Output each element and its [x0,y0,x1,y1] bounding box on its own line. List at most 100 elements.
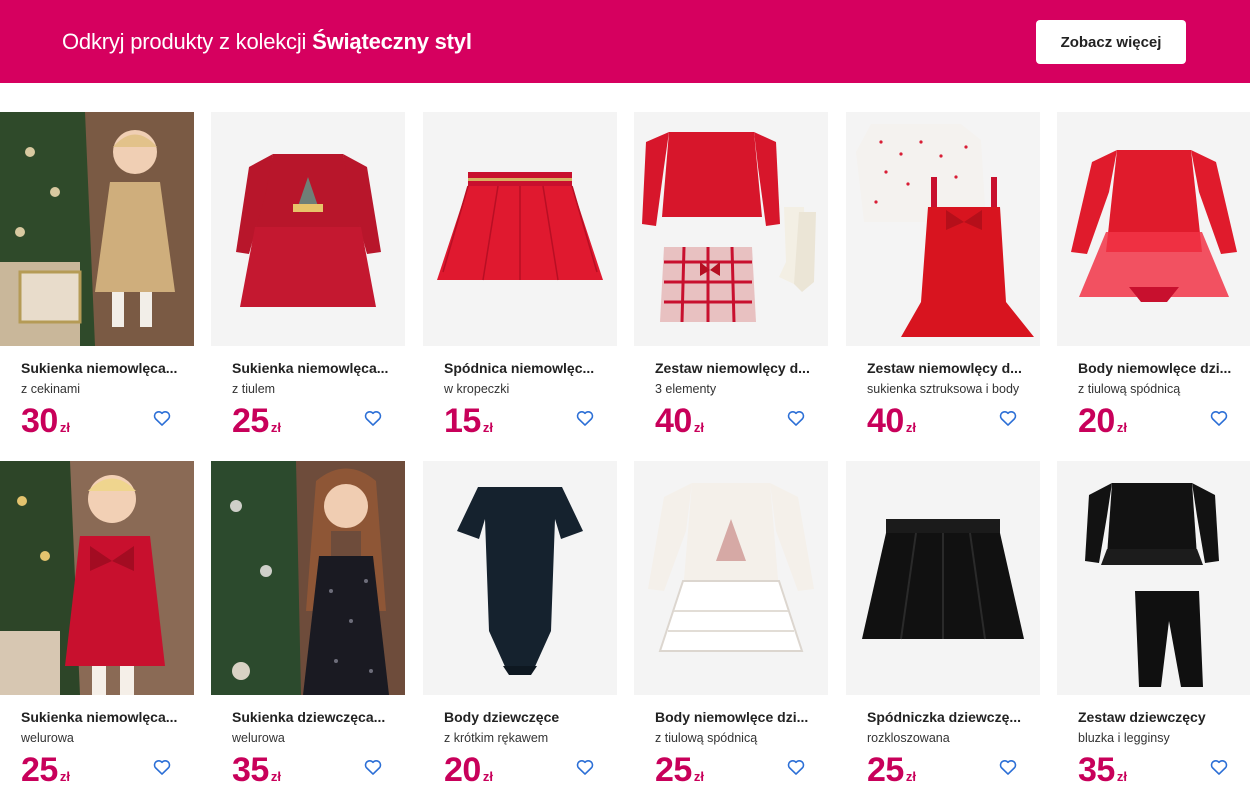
favorite-heart-icon[interactable] [361,406,385,430]
favorite-heart-icon[interactable] [784,406,808,430]
product-price: 30 zł [21,402,70,441]
product-image[interactable] [846,112,1040,346]
product-subtitle: w kropeczki [444,382,510,396]
product-image[interactable] [634,112,828,346]
product-subtitle: rozkloszowana [867,731,950,745]
product-card[interactable]: Zestaw niemowlęcy d... 3 elementy 40 zł [634,112,828,452]
product-card[interactable]: Sukienka dziewczęca... welurowa 35 zł [211,461,405,791]
favorite-heart-icon[interactable] [150,755,174,779]
product-subtitle: z tiulem [232,382,276,396]
product-subtitle: z cekinami [21,382,81,396]
product-subtitle: z tiulową spódnicą [655,731,758,745]
product-name[interactable]: Body niemowlęce dzi... [1078,360,1238,376]
product-image[interactable] [634,461,828,695]
favorite-heart-icon[interactable] [573,406,597,430]
product-price: 20 zł [444,751,493,790]
product-name[interactable]: Sukienka niemowlęca... [232,360,392,376]
price-value: 35 [232,751,269,789]
product-card[interactable]: Sukienka niemowlęca... welurowa 25 zł [0,461,194,791]
product-price: 35 zł [232,751,281,790]
price-currency: zł [59,420,70,435]
product-image[interactable] [211,461,405,695]
product-name[interactable]: Sukienka dziewczęca... [232,709,392,725]
product-subtitle: 3 elementy [655,382,717,396]
product-subtitle: z tiulową spódnicą [1078,382,1181,396]
product-subtitle: welurowa [21,731,74,745]
product-price: 25 zł [867,751,916,790]
banner-collection-name: Świąteczny styl [312,29,472,54]
price-value: 20 [1078,402,1115,440]
product-name[interactable]: Spódnica niemowlęc... [444,360,604,376]
product-card[interactable]: Body dziewczęce z krótkim rękawem 20 zł [423,461,617,791]
product-name[interactable]: Zestaw niemowlęcy d... [867,360,1027,376]
favorite-heart-icon[interactable] [996,406,1020,430]
favorite-heart-icon[interactable] [150,406,174,430]
price-currency: zł [693,420,704,435]
price-value: 25 [867,751,904,789]
price-value: 15 [444,402,481,440]
product-price: 25 zł [21,751,70,790]
price-value: 40 [655,402,692,440]
favorite-heart-icon[interactable] [1207,406,1231,430]
product-card[interactable]: Zestaw niemowlęcy d... sukienka sztrukso… [846,112,1040,452]
price-currency: zł [1116,420,1127,435]
favorite-heart-icon[interactable] [361,755,385,779]
product-price: 40 zł [655,402,704,441]
product-name[interactable]: Zestaw dziewczęcy [1078,709,1238,725]
product-card[interactable]: Spódniczka dziewczę... rozkloszowana 25 … [846,461,1040,791]
product-price: 35 zł [1078,751,1127,790]
product-price: 15 zł [444,402,493,441]
product-card[interactable]: Sukienka niemowlęca... z tiulem 25 zł [211,112,405,452]
price-currency: zł [270,420,281,435]
price-value: 25 [21,751,58,789]
product-image[interactable] [423,112,617,346]
product-card[interactable]: Body niemowlęce dzi... z tiulową spódnic… [634,461,828,791]
product-name[interactable]: Zestaw niemowlęcy d... [655,360,815,376]
product-price: 20 zł [1078,402,1127,441]
product-subtitle: bluzka i legginsy [1078,731,1170,745]
product-image[interactable] [1057,112,1250,346]
product-image[interactable] [0,112,194,346]
product-image[interactable] [211,112,405,346]
product-image[interactable] [846,461,1040,695]
product-name[interactable]: Body dziewczęce [444,709,604,725]
price-value: 25 [655,751,692,789]
product-card[interactable]: Spódnica niemowlęc... w kropeczki 15 zł [423,112,617,452]
price-value: 20 [444,751,481,789]
price-value: 35 [1078,751,1115,789]
product-subtitle: sukienka sztruksowa i body [867,382,1020,396]
product-card[interactable]: Zestaw dziewczęcy bluzka i legginsy 35 z… [1057,461,1250,791]
favorite-heart-icon[interactable] [996,755,1020,779]
product-image[interactable] [0,461,194,695]
product-price: 25 zł [655,751,704,790]
product-price: 25 zł [232,402,281,441]
product-name[interactable]: Body niemowlęce dzi... [655,709,815,725]
product-card[interactable]: Sukienka niemowlęca... z cekinami 30 zł [0,112,194,452]
price-value: 25 [232,402,269,440]
collection-banner: Odkryj produkty z kolekcji Świąteczny st… [0,0,1250,83]
favorite-heart-icon[interactable] [784,755,808,779]
product-name[interactable]: Sukienka niemowlęca... [21,709,181,725]
product-subtitle: z krótkim rękawem [444,731,549,745]
price-currency: zł [905,769,916,784]
product-name[interactable]: Spódniczka dziewczę... [867,709,1027,725]
price-currency: zł [59,769,70,784]
price-currency: zł [482,769,493,784]
product-subtitle: welurowa [232,731,285,745]
product-price: 40 zł [867,402,916,441]
price-currency: zł [270,769,281,784]
product-image[interactable] [423,461,617,695]
product-image[interactable] [1057,461,1250,695]
price-value: 30 [21,402,58,440]
product-name[interactable]: Sukienka niemowlęca... [21,360,181,376]
banner-title-prefix: Odkryj produkty z kolekcji [62,29,313,54]
see-more-button[interactable]: Zobacz więcej [1036,20,1186,64]
banner-title: Odkryj produkty z kolekcji Świąteczny st… [62,29,472,55]
price-currency: zł [693,769,704,784]
price-currency: zł [1116,769,1127,784]
price-currency: zł [905,420,916,435]
product-card[interactable]: Body niemowlęce dzi... z tiulową spódnic… [1057,112,1250,452]
favorite-heart-icon[interactable] [1207,755,1231,779]
favorite-heart-icon[interactable] [573,755,597,779]
price-currency: zł [482,420,493,435]
